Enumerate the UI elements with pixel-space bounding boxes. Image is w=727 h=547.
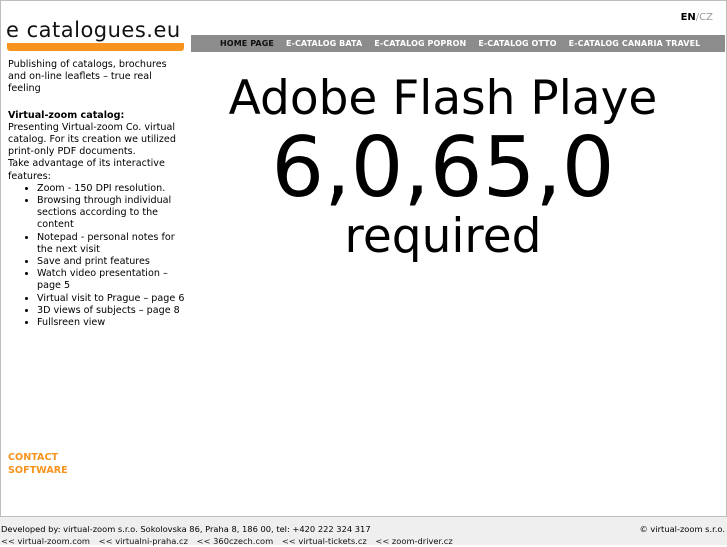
site-logo[interactable]: e catalogues.eu (6, 18, 184, 52)
software-link[interactable]: SOFTWARE (8, 465, 68, 478)
catalog-description: Presenting Virtual-zoom Co. virtual cata… (8, 121, 176, 158)
lang-cz-link[interactable]: CZ (699, 12, 713, 23)
flash-required-text: required (344, 209, 542, 264)
copyright: © virtual-zoom s.r.o. (639, 524, 726, 534)
catalog-heading: Virtual-zoom catalog: (8, 109, 125, 121)
contact-link[interactable]: CONTACT (8, 452, 68, 465)
intro-column: Publishing of catalogs, brochures and on… (8, 59, 186, 329)
nav-ecatalog-popron[interactable]: E-CATALOG POPRON (368, 39, 472, 48)
language-switcher: EN/CZ (681, 12, 713, 23)
logo-text: e catalogues.eu (6, 18, 181, 42)
list-item: Watch video presentation – page 5 (37, 268, 186, 292)
main-nav: HOME PAGE E-CATALOG BATA E-CATALOG POPRO… (191, 35, 725, 52)
logo-underline (7, 43, 184, 51)
nav-ecatalog-bata[interactable]: E-CATALOG BATA (280, 39, 368, 48)
side-links: CONTACT SOFTWARE (8, 452, 68, 477)
list-item: Save and print features (37, 256, 186, 268)
footer: Developed by: virtual-zoom s.r.o. Sokolo… (0, 517, 727, 547)
nav-ecatalog-otto[interactable]: E-CATALOG OTTO (472, 39, 562, 48)
flash-version: 6,0,65,0 (271, 119, 615, 216)
nav-ecatalog-canaria-travel[interactable]: E-CATALOG CANARIA TRAVEL (563, 39, 707, 48)
list-item: Fullsreen view (37, 317, 186, 329)
list-item: Zoom - 150 DPI resolution. (37, 183, 186, 195)
list-item: Virtual visit to Prague – page 6 (37, 293, 186, 305)
list-item: Notepad - personal notes for the next vi… (37, 232, 186, 256)
footer-links: << virtual-zoom.com << virtualni-praha.c… (1, 535, 459, 547)
nav-home[interactable]: HOME PAGE (191, 39, 280, 48)
features-lead: Take advantage of its interactive featur… (8, 158, 165, 182)
list-item: Browsing through individual sections acc… (37, 195, 186, 232)
feature-list: Zoom - 150 DPI resolution. Browsing thro… (8, 183, 186, 329)
lang-en-link[interactable]: EN (681, 12, 696, 23)
list-item: 3D views of subjects – page 8 (37, 305, 186, 317)
developer-info: Developed by: virtual-zoom s.r.o. Sokolo… (1, 524, 371, 534)
flash-placeholder: Adobe Flash Playe 6,0,65,0 required (191, 70, 695, 266)
tagline: Publishing of catalogs, brochures and on… (8, 59, 167, 95)
